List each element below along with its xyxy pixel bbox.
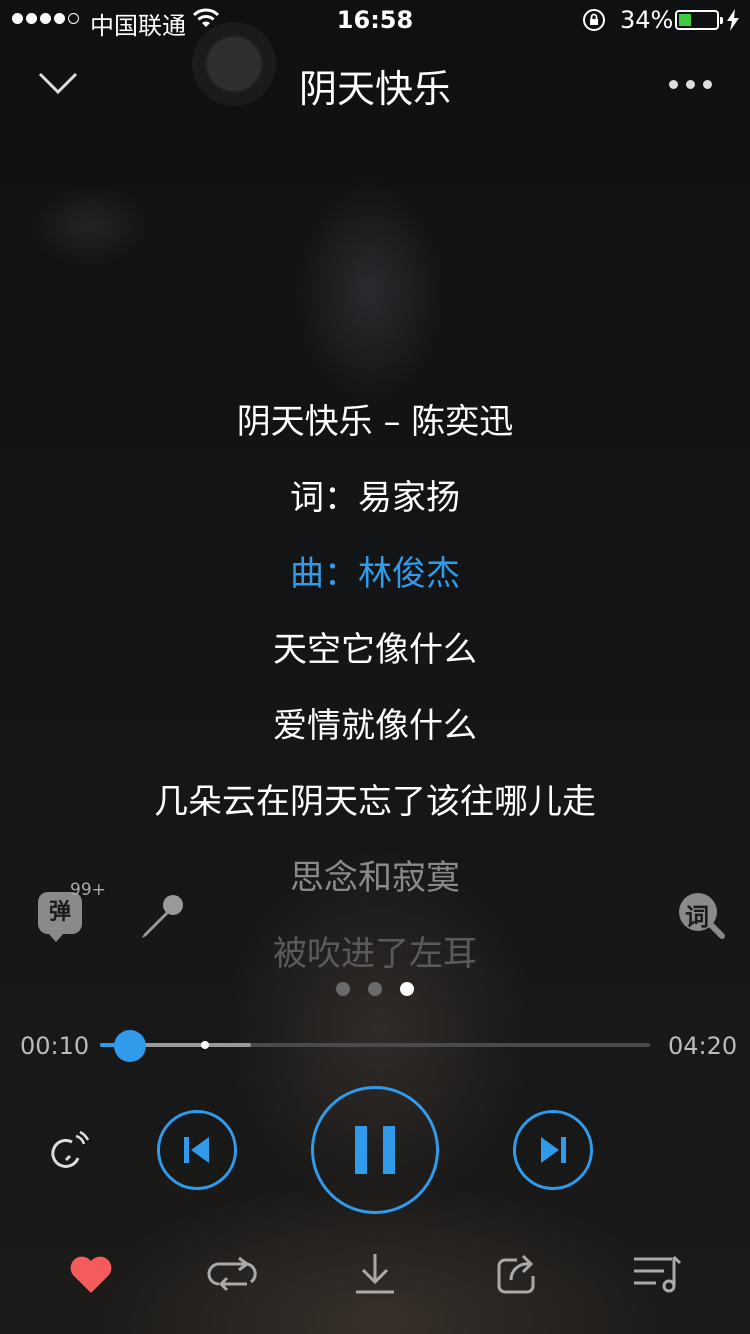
lyric-line: 爱情就像什么 — [273, 706, 477, 746]
play-mode-icon — [51, 1130, 90, 1168]
repeat-icon — [207, 1256, 257, 1292]
sing-along-button[interactable] — [136, 890, 188, 946]
next-icon — [541, 1137, 566, 1163]
playlist-button[interactable] — [630, 1248, 686, 1300]
previous-button[interactable] — [157, 1110, 237, 1190]
playlist-icon — [634, 1255, 682, 1293]
more-button[interactable] — [662, 70, 718, 98]
share-button[interactable] — [489, 1248, 545, 1300]
more-icon — [668, 79, 678, 89]
lyric-line: 阴天快乐 – 陈奕迅 — [236, 402, 514, 442]
current-time: 00:10 — [20, 1032, 90, 1060]
repeat-button[interactable] — [205, 1248, 261, 1300]
next-button[interactable] — [513, 1110, 593, 1190]
lyric-line: 词：易家扬 — [290, 478, 460, 518]
page-indicator — [0, 982, 750, 996]
download-button[interactable] — [347, 1248, 403, 1300]
download-icon — [356, 1254, 394, 1294]
lyrics-panel[interactable]: 阴天快乐 – 陈奕迅 词：易家扬曲：林俊杰天空它像什么 爱情就像什么几朵云在阴天忘了… — [0, 392, 750, 1000]
lyric-search-label: 词 — [685, 903, 709, 931]
lyric-line: 思念和寂寞 — [290, 858, 460, 898]
lyric-search-button[interactable]: 词 — [676, 890, 726, 946]
lyric-line: 天空它像什么 — [273, 630, 477, 670]
rotation-lock-icon — [582, 8, 606, 38]
progress-knob[interactable] — [114, 1030, 147, 1062]
lyric-line: 几朵云在阴天忘了该往哪儿走 — [154, 782, 596, 822]
page-title: 阴天快乐 — [298, 67, 451, 111]
share-icon — [497, 1254, 535, 1294]
highlight-marker — [200, 1041, 209, 1049]
status-bar: 中国联通 16:58 34% — [0, 0, 750, 40]
prev-icon — [184, 1137, 209, 1163]
battery-percent: 34% — [620, 6, 674, 34]
play-mode-button[interactable] — [46, 1128, 92, 1178]
page-dot — [400, 982, 414, 996]
progress-track[interactable] — [100, 1041, 650, 1049]
danmu-count-badge: 99+ — [70, 880, 106, 900]
charging-icon — [726, 9, 740, 37]
pause-icon — [355, 1126, 395, 1174]
bottom-toolbar — [0, 1248, 750, 1300]
pause-button[interactable] — [311, 1086, 439, 1214]
favorite-button[interactable] — [63, 1248, 119, 1300]
battery-icon — [675, 10, 723, 30]
total-time: 04:20 — [668, 1032, 738, 1060]
page-dot — [336, 982, 350, 996]
mic-icon — [142, 895, 183, 938]
page-dot — [368, 982, 382, 996]
heart-icon — [70, 1256, 112, 1293]
lyric-line-current: 曲：林俊杰 — [290, 554, 460, 594]
